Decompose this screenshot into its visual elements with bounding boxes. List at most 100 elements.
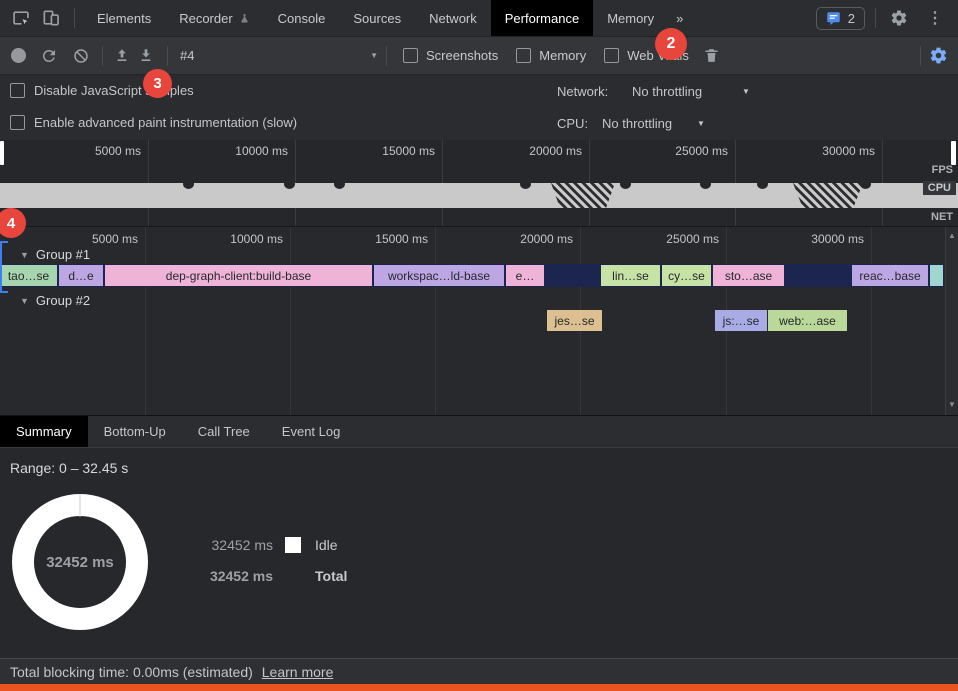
legend-label: Idle	[315, 537, 338, 553]
flame-bar-e[interactable]: e…	[506, 265, 544, 286]
flame-chart[interactable]: 5000 ms10000 ms15000 ms20000 ms25000 ms3…	[0, 227, 958, 415]
advanced-paint-checkbox[interactable]: Enable advanced paint instrumentation (s…	[10, 115, 297, 130]
history-select[interactable]: #4 ▼	[180, 48, 378, 63]
tab-performance[interactable]: Performance	[491, 0, 593, 36]
tick-label: 15000 ms	[375, 232, 428, 246]
detail-tab-bottom-up[interactable]: Bottom-Up	[88, 416, 182, 447]
flame-bar-reac-base[interactable]: reac…base	[852, 265, 928, 286]
chat-bubble-icon	[826, 11, 841, 26]
scroll-down-icon[interactable]: ▼	[946, 400, 958, 409]
flame-bar-web-ase[interactable]: web:…ase	[768, 310, 847, 331]
delete-recording-button[interactable]	[703, 47, 720, 64]
overview-left-handle[interactable]	[0, 141, 4, 165]
checkbox-box[interactable]	[10, 83, 25, 98]
group-label: Group #1	[36, 247, 90, 262]
checkbox-box[interactable]	[403, 48, 418, 63]
device-toolbar-icon[interactable]	[38, 5, 64, 31]
flame-bar-tao-se[interactable]: tao…se	[0, 265, 57, 286]
legend-row-total: 32452 ms Total	[205, 567, 347, 585]
history-value: #4	[180, 48, 194, 63]
tab-memory[interactable]: Memory	[593, 0, 668, 36]
reload-and-record-button[interactable]	[40, 47, 58, 65]
tab-label: Memory	[607, 11, 654, 26]
cpu-band-notch	[620, 179, 631, 189]
tab-recorder[interactable]: Recorder	[165, 0, 263, 36]
flame-bar-js-se[interactable]: js:…se	[715, 310, 767, 331]
tab-elements[interactable]: Elements	[83, 0, 165, 36]
tab-network[interactable]: Network	[415, 0, 491, 36]
flame-bar-dep-graph-client-build-base[interactable]: dep-graph-client:build-base	[105, 265, 372, 286]
flame-bar-cy-se[interactable]: cy…se	[662, 265, 711, 286]
flame-scrollbar[interactable]: ▲ ▼	[945, 227, 958, 415]
tab-console[interactable]: Console	[264, 0, 340, 36]
network-throttle-select[interactable]: No throttling	[632, 84, 702, 99]
net-lane-label: NET	[931, 211, 953, 223]
cpu-throttle-label: CPU:	[557, 116, 588, 131]
flame-bar-sto-ase[interactable]: sto…ase	[713, 265, 784, 286]
chevron-down-icon[interactable]: ▼	[697, 119, 705, 128]
settings-gear-icon[interactable]	[886, 5, 912, 31]
cpu-throttle-select[interactable]: No throttling	[602, 116, 672, 131]
load-profile-button[interactable]	[113, 47, 131, 65]
legend-value: 32452 ms	[205, 568, 273, 584]
scroll-up-icon[interactable]: ▲	[946, 231, 958, 240]
checkbox-screenshots[interactable]: Screenshots	[403, 48, 498, 63]
divider	[74, 8, 75, 28]
cpu-band-notch	[860, 179, 871, 189]
range-label: Range: 0 – 32.45 s	[10, 460, 128, 476]
messages-count: 2	[848, 11, 855, 26]
flask-icon	[239, 12, 250, 25]
flame-bar-unlabeled[interactable]	[930, 265, 943, 286]
tab-label: Sources	[353, 11, 401, 26]
cpu-band-notch	[757, 179, 768, 189]
detail-tab-summary[interactable]: Summary	[0, 416, 88, 447]
download-icon	[137, 47, 155, 65]
network-throttle-label: Network:	[557, 84, 608, 99]
overview-right-handle[interactable]	[951, 141, 956, 165]
group-label: Group #2	[36, 293, 90, 308]
flame-bar-workspac-ld-base[interactable]: workspac…ld-base	[374, 265, 504, 286]
tick-label: 5000 ms	[95, 144, 141, 158]
trash-icon	[703, 47, 720, 64]
clear-button[interactable]	[72, 47, 90, 65]
donut-center-value: 32452 ms	[10, 492, 150, 632]
capture-settings-gear-icon[interactable]	[929, 46, 948, 65]
record-button[interactable]	[11, 48, 26, 63]
upload-icon	[113, 47, 131, 65]
legend-value: 32452 ms	[205, 537, 273, 553]
checkbox-label: Screenshots	[426, 48, 498, 63]
checkbox-box[interactable]	[516, 48, 531, 63]
checkbox-memory[interactable]: Memory	[516, 48, 586, 63]
group-2-header[interactable]: ▼ Group #2	[20, 293, 90, 308]
chevron-down-icon[interactable]: ▼	[742, 87, 750, 96]
selection-bracket	[0, 241, 8, 293]
flame-bar-jes-se[interactable]: jes…se	[547, 310, 602, 331]
tick-label: 20000 ms	[520, 232, 573, 246]
chevron-down-icon: ▼	[370, 51, 378, 60]
save-profile-button[interactable]	[137, 47, 155, 65]
group-1-header[interactable]: ▼ Group #1	[20, 247, 90, 262]
flame-bar-lin-se[interactable]: lin…se	[601, 265, 660, 286]
gear-icon	[890, 9, 908, 27]
flame-bar-d-e[interactable]: d…e	[59, 265, 103, 286]
detail-tab-call-tree[interactable]: Call Tree	[182, 416, 266, 447]
kebab-menu-icon[interactable]: ⋮	[922, 5, 948, 31]
tab-label: Performance	[505, 11, 579, 26]
learn-more-link[interactable]: Learn more	[262, 664, 334, 680]
messages-button[interactable]: 2	[816, 7, 865, 30]
notification-badge-2[interactable]: 2	[655, 28, 687, 60]
tab-sources[interactable]: Sources	[339, 0, 415, 36]
legend-label: Total	[315, 568, 347, 584]
detail-tab-event-log[interactable]: Event Log	[266, 416, 357, 447]
divider	[920, 46, 921, 66]
tick-label: 15000 ms	[382, 144, 435, 158]
tick-label: 25000 ms	[666, 232, 719, 246]
checkbox-label: Memory	[539, 48, 586, 63]
inspect-element-icon[interactable]	[8, 5, 34, 31]
checkbox-box[interactable]	[10, 115, 25, 130]
divider	[386, 46, 387, 66]
checkbox-box[interactable]	[604, 48, 619, 63]
timeline-overview[interactable]: 5000 ms10000 ms15000 ms20000 ms25000 ms3…	[0, 140, 958, 227]
notification-badge-3[interactable]: 3	[143, 69, 172, 98]
summary-legend: 32452 ms Idle 32452 ms Total	[205, 536, 347, 598]
